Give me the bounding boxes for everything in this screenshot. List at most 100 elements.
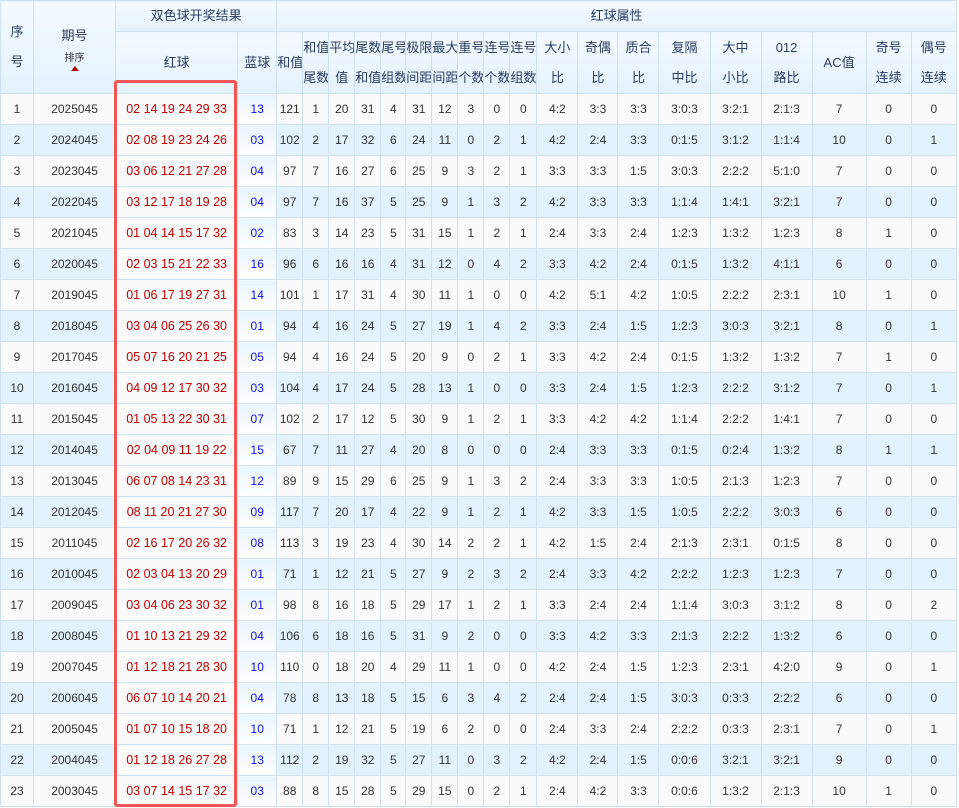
cell-attr: 32 — [354, 744, 382, 776]
table-row: 22 2004045 01 12 18 26 27 28 13 112 2 19 32 5 27 1… — [0, 744, 958, 776]
cell-attr: 0 — [509, 372, 538, 404]
cell-attr: 1 — [509, 217, 538, 249]
cell-attr: 1:0:5 — [658, 465, 711, 497]
cell-attr: 1:3:2 — [760, 341, 813, 373]
cell-attr: 3 — [483, 186, 511, 218]
cell-attr: 11 — [431, 124, 459, 156]
cell-attr: 12 — [328, 713, 356, 745]
cell-blue-ball: 02 — [237, 217, 278, 249]
cell-blue-ball: 05 — [237, 341, 278, 373]
cell-red-balls: 03 04 06 23 30 32 — [115, 589, 239, 621]
cell-attr: 3:3 — [577, 155, 619, 187]
cell-attr: 7 — [302, 186, 330, 218]
cell-attr: 0 — [509, 434, 538, 466]
cell-attr: 7 — [811, 372, 867, 404]
cell-attr: 2 — [483, 155, 511, 187]
cell-attr: 0 — [865, 589, 912, 621]
cell-attr: 1 — [302, 93, 330, 125]
sort-up-arrow-icon[interactable] — [70, 66, 79, 71]
cell-attr: 2:4 — [577, 744, 619, 776]
table-row: 16 2010045 02 03 04 13 20 29 01 71 1 12 21 5 27 9 2… — [0, 558, 958, 590]
cell-index: 19 — [0, 651, 35, 683]
cell-attr: 0 — [910, 248, 958, 280]
cell-attr: 7 — [302, 155, 330, 187]
cell-attr: 7 — [811, 465, 867, 497]
cell-attr: 1 — [457, 279, 485, 311]
cell-attr: 27 — [405, 558, 433, 590]
cell-attr: 0 — [865, 372, 912, 404]
cell-attr: 4 — [380, 651, 407, 683]
cell-attr: 20 — [405, 434, 433, 466]
cell-attr: 21 — [354, 713, 382, 745]
cell-attr: 2 — [457, 713, 485, 745]
cell-blue-ball: 08 — [237, 527, 278, 559]
cell-attr: 22 — [405, 496, 433, 528]
cell-issue: 2018045 — [33, 310, 117, 342]
header-attr-18: 偶号 连续 — [910, 31, 958, 94]
cell-red-balls: 02 03 04 13 20 29 — [115, 558, 239, 590]
cell-attr: 2 — [483, 403, 511, 435]
cell-attr: 0 — [865, 496, 912, 528]
cell-issue: 2015045 — [33, 403, 117, 435]
cell-attr: 13 — [328, 682, 356, 714]
cell-attr: 4:1:1 — [760, 248, 813, 280]
cell-attr: 31 — [354, 279, 382, 311]
cell-attr: 4:2:0 — [760, 651, 813, 683]
cell-attr: 0 — [483, 713, 511, 745]
cell-attr: 102 — [276, 403, 304, 435]
cell-attr: 1 — [910, 124, 958, 156]
cell-attr: 6 — [431, 682, 459, 714]
cell-index: 12 — [0, 434, 35, 466]
cell-attr: 1 — [457, 186, 485, 218]
cell-attr: 2:2:2 — [709, 403, 762, 435]
cell-attr: 1:2:3 — [760, 217, 813, 249]
sort-button[interactable]: 排序 — [35, 53, 115, 65]
cell-attr: 4:2 — [536, 496, 579, 528]
cell-attr: 0 — [509, 279, 538, 311]
cell-attr: 16 — [354, 620, 382, 652]
table-row: 4 2022045 03 12 17 18 19 28 04 97 7 16 37 5 25 9 1 3… — [0, 186, 958, 218]
cell-attr: 2:2:2 — [709, 372, 762, 404]
cell-attr: 9 — [431, 341, 459, 373]
header-issue[interactable]: 期号 排序 — [33, 0, 117, 94]
cell-attr: 1 — [865, 279, 912, 311]
cell-attr: 121 — [276, 93, 304, 125]
cell-attr: 1:1:4 — [760, 124, 813, 156]
cell-attr: 25 — [405, 186, 433, 218]
table-row: 5 2021045 01 04 14 15 17 32 02 83 3 14 23 5 31 15 1… — [0, 217, 958, 249]
cell-attr: 3 — [457, 155, 485, 187]
cell-attr: 2:4 — [577, 682, 619, 714]
header-result-group: 双色球开奖结果 — [115, 0, 278, 32]
cell-blue-ball: 01 — [237, 589, 278, 621]
cell-attr: 3:3 — [577, 93, 619, 125]
cell-issue: 2010045 — [33, 558, 117, 590]
cell-attr: 1:2:3 — [760, 465, 813, 497]
cell-blue-ball: 10 — [237, 713, 278, 745]
cell-attr: 2:4 — [577, 372, 619, 404]
cell-attr: 4 — [302, 341, 330, 373]
header-attr-6: 最大 间距 — [431, 31, 459, 94]
cell-index: 16 — [0, 558, 35, 590]
cell-attr: 3:3 — [536, 589, 579, 621]
cell-attr: 9 — [431, 496, 459, 528]
cell-attr: 1:1:4 — [658, 186, 711, 218]
cell-attr: 1 — [865, 434, 912, 466]
cell-attr: 1:3:2 — [709, 248, 762, 280]
cell-attr: 4:2 — [577, 775, 619, 807]
cell-issue: 2004045 — [33, 744, 117, 776]
cell-attr: 78 — [276, 682, 304, 714]
cell-attr: 9 — [431, 403, 459, 435]
cell-attr: 17 — [328, 372, 356, 404]
cell-issue: 2024045 — [33, 124, 117, 156]
cell-blue-ball: 01 — [237, 310, 278, 342]
cell-red-balls: 06 07 08 14 23 31 — [115, 465, 239, 497]
cell-attr: 37 — [354, 186, 382, 218]
cell-attr: 2 — [302, 403, 330, 435]
cell-issue: 2011045 — [33, 527, 117, 559]
cell-attr: 3:3 — [577, 217, 619, 249]
cell-attr: 3 — [457, 682, 485, 714]
cell-attr: 3:0:3 — [658, 155, 711, 187]
cell-attr: 2:4 — [617, 527, 660, 559]
cell-index: 4 — [0, 186, 35, 218]
cell-attr: 2 — [509, 248, 538, 280]
